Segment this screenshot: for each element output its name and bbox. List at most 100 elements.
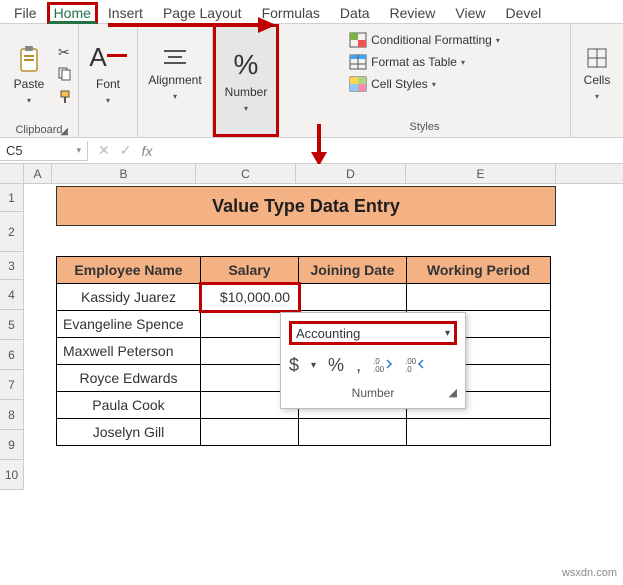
format-painter-icon[interactable] [58, 90, 72, 107]
row-header[interactable]: 9 [0, 430, 24, 460]
cancel-icon[interactable]: ✕ [98, 142, 110, 159]
percent-icon: % [234, 49, 259, 81]
comma-button[interactable]: , [356, 355, 361, 376]
number-format-button[interactable]: % Number ▾ [216, 44, 276, 118]
format-as-table-button[interactable]: Format as Table ▾ [349, 54, 500, 70]
row-header[interactable]: 3 [0, 252, 24, 280]
ribbon-tabs: File Home Insert Page Layout Formulas Da… [0, 0, 623, 24]
number-launcher-icon[interactable]: ◢ [449, 386, 457, 399]
cells-label: Cells [584, 73, 611, 87]
sheet-title[interactable]: Value Type Data Entry [56, 186, 556, 226]
number-label: Number [225, 85, 268, 99]
chevron-down-icon[interactable]: ▾ [311, 360, 316, 371]
col-header-E[interactable]: E [406, 164, 556, 183]
row-header[interactable]: 10 [0, 460, 24, 490]
font-label: Font [96, 77, 120, 91]
conditional-formatting-button[interactable]: Conditional Formatting ▾ [349, 32, 500, 48]
row-header[interactable]: 2 [0, 212, 24, 252]
select-all-corner[interactable] [0, 164, 24, 183]
tab-data[interactable]: Data [330, 3, 380, 23]
tab-developer[interactable]: Devel [496, 3, 552, 23]
chevron-down-icon: ▾ [595, 92, 599, 101]
copy-icon[interactable] [58, 67, 72, 84]
col-header-B[interactable]: B [52, 164, 196, 183]
row-header[interactable]: 4 [0, 280, 24, 310]
cell-working-period[interactable] [407, 419, 551, 446]
cell-name[interactable]: Paula Cook [57, 392, 201, 419]
tab-view[interactable]: View [445, 3, 495, 23]
conditional-formatting-icon [349, 32, 367, 48]
tab-home[interactable]: Home [47, 2, 98, 24]
row-header[interactable]: 8 [0, 400, 24, 430]
col-header-C[interactable]: C [196, 164, 296, 183]
table-row: Kassidy Juarez $10,000.00 [57, 284, 551, 311]
alignment-icon [162, 47, 188, 69]
table-row: Joselyn Gill [57, 419, 551, 446]
cell-name[interactable]: Evangeline Spence [57, 311, 201, 338]
table-header[interactable]: Employee Name [57, 257, 201, 284]
chevron-down-icon: ▾ [496, 36, 500, 45]
percent-button[interactable]: % [328, 355, 344, 376]
cells-button[interactable]: Cells ▾ [577, 39, 617, 109]
group-number: % Number ▾ [213, 24, 279, 137]
cell-salary[interactable] [201, 419, 299, 446]
fx-icon[interactable]: fx [141, 143, 152, 159]
alignment-button[interactable]: Alignment ▾ [144, 39, 206, 109]
cell-name[interactable]: Joselyn Gill [57, 419, 201, 446]
chevron-down-icon: ▾ [445, 328, 450, 339]
decrease-decimal-button[interactable]: .00.0 [405, 356, 425, 375]
chevron-down-icon: ▾ [461, 58, 465, 67]
name-box[interactable]: C5 ▾ [0, 141, 88, 161]
font-icon: A [89, 42, 126, 73]
annotation-arrow-1 [108, 15, 276, 35]
clipboard-side: ✂ [58, 44, 72, 107]
cell-name[interactable]: Royce Edwards [57, 365, 201, 392]
clipboard-icon [17, 45, 41, 73]
currency-button[interactable]: $ [289, 355, 299, 376]
cell-styles-button[interactable]: Cell Styles ▾ [349, 76, 500, 92]
chevron-down-icon: ▾ [27, 96, 31, 105]
worksheet: A B C D E 1 2 3 4 5 6 7 8 9 10 Value Typ… [0, 164, 623, 490]
paste-label: Paste [14, 77, 45, 91]
number-format-select[interactable]: Accounting ▾ [289, 321, 457, 345]
styles-group-label: Styles [410, 119, 440, 137]
enter-icon[interactable]: ✓ [120, 142, 132, 159]
table-header[interactable]: Joining Date [299, 257, 407, 284]
cell-salary[interactable]: $10,000.00 [201, 284, 299, 311]
row-header[interactable]: 1 [0, 184, 24, 212]
chevron-down-icon: ▾ [106, 96, 110, 105]
col-header-A[interactable]: A [24, 164, 52, 183]
cell-joining-date[interactable] [299, 419, 407, 446]
increase-decimal-button[interactable]: .0.00 [373, 356, 393, 375]
group-clipboard: Paste ▾ ✂ Clipboard ◢ [0, 24, 79, 137]
number-format-value: Accounting [296, 326, 360, 341]
row-header[interactable]: 5 [0, 310, 24, 340]
row-header[interactable]: 6 [0, 340, 24, 370]
group-cells: Cells ▾ [571, 24, 623, 137]
table-header[interactable]: Salary [201, 257, 299, 284]
chevron-down-icon: ▾ [173, 92, 177, 101]
clipboard-launcher-icon[interactable]: ◢ [60, 126, 68, 137]
name-box-value: C5 [6, 143, 23, 158]
watermark: wsxdn.com [562, 567, 617, 579]
tab-file[interactable]: File [4, 3, 47, 23]
row-header[interactable]: 7 [0, 370, 24, 400]
cell-joining-date[interactable] [299, 284, 407, 311]
paste-button[interactable]: Paste ▾ [6, 40, 52, 110]
cell-name[interactable]: Maxwell Peterson [57, 338, 201, 365]
cell-name[interactable]: Kassidy Juarez [57, 284, 201, 311]
clipboard-group-label: Clipboard [15, 122, 62, 140]
font-button[interactable]: A Font ▾ [85, 39, 131, 109]
cells-icon [586, 47, 608, 69]
number-format-popup: Accounting ▾ $ ▾ % , .0.00 .00.0 Number … [280, 312, 466, 409]
format-as-table-label: Format as Table [371, 55, 457, 69]
cell-working-period[interactable] [407, 284, 551, 311]
cell-styles-label: Cell Styles [371, 77, 428, 91]
ribbon: Paste ▾ ✂ Clipboard ◢ A Font ▾ [0, 24, 623, 138]
cut-icon[interactable]: ✂ [58, 44, 72, 61]
table-header[interactable]: Working Period [407, 257, 551, 284]
chevron-down-icon: ▾ [244, 104, 248, 113]
tab-review[interactable]: Review [380, 3, 446, 23]
col-header-D[interactable]: D [296, 164, 406, 183]
column-headers: A B C D E [0, 164, 623, 184]
